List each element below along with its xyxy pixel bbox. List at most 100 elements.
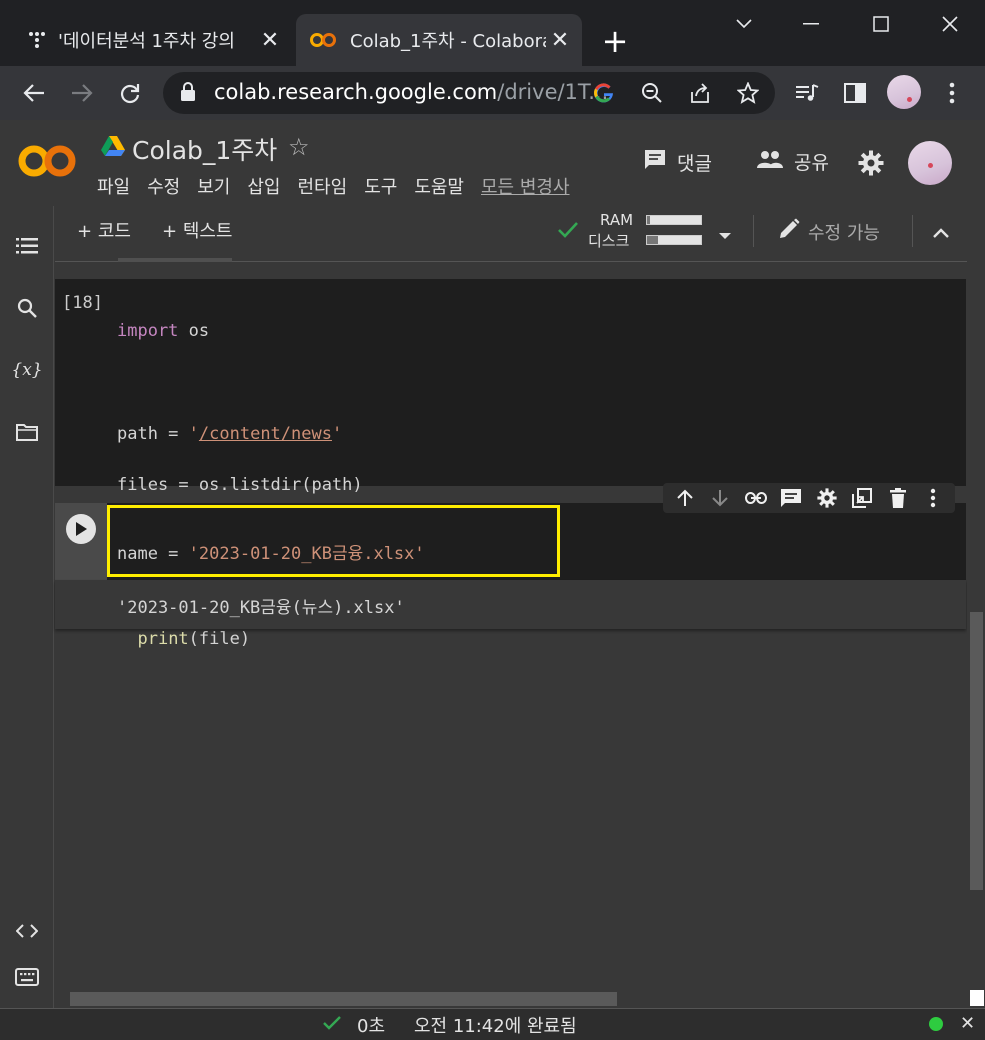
settings-gear-icon[interactable] — [858, 150, 884, 180]
tab-title: Colab_1주차 - Colabora — [350, 31, 546, 52]
profile-avatar[interactable] — [887, 75, 921, 109]
lock-icon[interactable] — [180, 82, 196, 106]
execution-duration: 0초 — [357, 1016, 386, 1037]
colab-logo-icon[interactable] — [18, 141, 78, 181]
comments-label: 댓글 — [677, 153, 712, 175]
folder-icon[interactable] — [0, 414, 54, 450]
code-token: os — [188, 320, 210, 341]
bookmark-star-icon[interactable] — [730, 75, 766, 111]
ram-label: RAM — [600, 211, 634, 229]
play-icon — [76, 522, 87, 536]
horizontal-scrollbar-thumb[interactable] — [70, 992, 617, 1006]
google-lens-icon[interactable] — [586, 75, 622, 111]
connected-check-icon — [557, 221, 579, 243]
all-changes-saved-link[interactable]: 모든 변경사 — [481, 173, 570, 199]
execution-count: [18] — [62, 293, 103, 313]
google-drive-icon[interactable] — [101, 135, 125, 161]
code-token: import — [117, 320, 179, 341]
run-cell-button[interactable] — [66, 514, 96, 544]
pencil-icon — [778, 218, 800, 245]
command-palette-icon[interactable] — [0, 959, 54, 995]
toolbar-divider — [912, 215, 913, 247]
tab-title: '데이터분석 1주차 강의 — [58, 31, 235, 52]
url-text[interactable]: colab.research.google.com/drive/1T... — [214, 80, 608, 104]
tab-search-icon[interactable] — [724, 8, 764, 40]
cell-toolbar — [663, 483, 955, 513]
share-label: 공유 — [794, 152, 829, 174]
side-panel-icon[interactable] — [837, 75, 873, 111]
share-button[interactable]: 공유 — [756, 148, 829, 175]
star-notebook-icon[interactable]: ☆ — [288, 133, 310, 161]
notebook-title[interactable]: Colab_1주차 — [132, 131, 277, 167]
move-cell-down-icon[interactable] — [706, 484, 734, 512]
menu-help[interactable]: 도움말 — [414, 173, 464, 199]
runtime-dropdown-icon[interactable] — [717, 226, 733, 245]
variables-icon[interactable]: {𝑥} — [0, 352, 54, 388]
highlight-box — [107, 505, 560, 577]
menu-file[interactable]: 파일 — [97, 173, 130, 199]
colab-logo-icon — [296, 32, 350, 48]
code-line: import os — [117, 319, 363, 345]
close-tab-icon[interactable]: ✕ — [256, 26, 284, 54]
code-token: path = — [117, 423, 189, 444]
collapse-header-icon[interactable] — [932, 224, 950, 243]
people-icon — [756, 149, 784, 174]
link-icon[interactable] — [742, 484, 770, 512]
delete-cell-icon[interactable] — [884, 484, 912, 512]
reload-icon[interactable] — [112, 75, 148, 111]
share-page-icon[interactable] — [682, 75, 718, 111]
minimize-icon[interactable] — [791, 8, 831, 40]
search-icon[interactable] — [0, 290, 54, 326]
more-actions-icon[interactable] — [919, 484, 947, 512]
close-status-icon[interactable]: ✕ — [960, 1013, 975, 1034]
browser-tab-active[interactable]: Colab_1주차 - Colabora ✕ — [296, 14, 582, 66]
comment-icon — [643, 148, 667, 177]
vertical-scrollbar-thumb[interactable] — [970, 612, 983, 890]
completion-time: 오전 11:42에 완료됨 — [414, 1016, 577, 1037]
account-avatar[interactable] — [908, 141, 952, 185]
connection-status-dot — [929, 1017, 943, 1031]
forward-icon[interactable] — [64, 75, 100, 111]
close-window-icon[interactable] — [930, 8, 970, 40]
menu-insert[interactable]: 삽입 — [247, 173, 280, 199]
add-comment-icon[interactable] — [777, 484, 805, 512]
zoom-icon[interactable] — [634, 75, 670, 111]
move-cell-up-icon[interactable] — [671, 484, 699, 512]
add-code-button[interactable]: + 코드 — [77, 217, 131, 243]
edit-mode-label: 수정 가능 — [808, 222, 880, 244]
menu-bar: 파일 수정 보기 삽입 런타임 도구 도움말 모든 변경사 — [97, 173, 587, 199]
browser-tab-inactive[interactable]: '데이터분석 1주차 강의 ✕ — [16, 14, 292, 66]
comments-button[interactable]: 댓글 — [643, 148, 712, 177]
left-sidebar — [0, 206, 54, 1008]
code-line: files = os.listdir(path) — [117, 473, 363, 499]
code-token: files = os.listdir(path) — [117, 474, 363, 495]
cell-settings-icon[interactable] — [813, 484, 841, 512]
disk-label: 디스크 — [588, 232, 630, 250]
back-icon[interactable] — [16, 75, 52, 111]
menu-edit[interactable]: 수정 — [147, 173, 180, 199]
reading-list-icon[interactable] — [789, 75, 825, 111]
new-tab-button[interactable]: + — [598, 25, 632, 60]
resource-monitor[interactable]: RAM 디스크 — [585, 210, 705, 250]
close-tab-icon[interactable]: ✕ — [546, 26, 574, 54]
mirror-cell-icon[interactable] — [848, 484, 876, 512]
disk-usage-bar — [646, 235, 702, 245]
code-token: '/content/news' — [188, 423, 343, 444]
scrollbar-corner — [970, 990, 984, 1006]
menu-tools[interactable]: 도구 — [364, 173, 397, 199]
maximize-icon[interactable] — [861, 8, 901, 40]
table-of-contents-icon[interactable] — [0, 228, 54, 264]
toolbar-divider — [753, 215, 754, 247]
menu-view[interactable]: 보기 — [197, 173, 230, 199]
ram-usage-bar — [646, 215, 702, 225]
chrome-menu-icon[interactable] — [934, 75, 970, 111]
code-snippets-icon[interactable] — [0, 913, 54, 949]
menu-runtime[interactable]: 런타임 — [298, 173, 348, 199]
success-check-icon — [322, 1015, 342, 1035]
tistory-icon — [16, 30, 58, 50]
code-line: path = '/content/news' — [117, 422, 363, 448]
add-text-button[interactable]: + 텍스트 — [162, 217, 233, 243]
output-text: '2023-01-20_KB금융(뉴스).xlsx' — [117, 598, 405, 618]
edit-mode-button[interactable]: 수정 가능 — [778, 218, 880, 245]
